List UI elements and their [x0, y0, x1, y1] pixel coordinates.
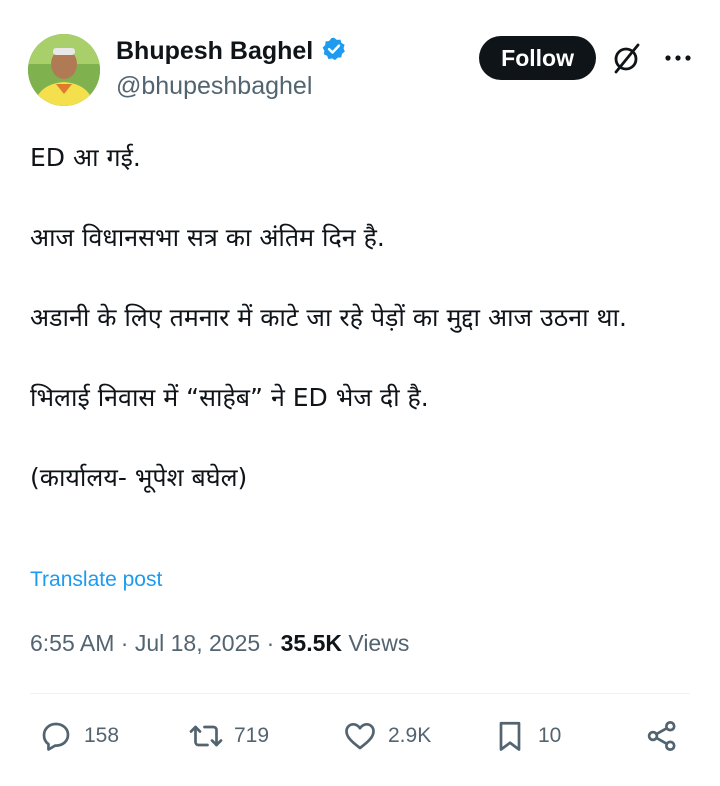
- follow-button[interactable]: Follow: [479, 36, 596, 80]
- bookmark-icon: [499, 721, 521, 751]
- reply-icon: [42, 722, 70, 751]
- post-paragraph: (कार्यालय- भूपेश बघेल): [30, 463, 248, 492]
- post-time[interactable]: 6:55 AM: [30, 630, 114, 656]
- repost-button[interactable]: 719: [188, 718, 269, 754]
- post-text: ED आ गई. आज विधानसभा सत्र का अंतिम दिन ह…: [30, 138, 690, 498]
- more-options-icon[interactable]: [664, 48, 692, 68]
- post-header: Bhupesh Baghel @bhupeshbaghel Follow: [28, 34, 692, 108]
- post-paragraph: अडानी के लिए तमनार में काटे जा रहे पेड़ो…: [30, 303, 627, 332]
- post-paragraph: ED आ गई.: [30, 143, 141, 172]
- like-button[interactable]: 2.9K: [342, 718, 431, 754]
- views-label: Views: [348, 630, 410, 656]
- post-paragraph: आज विधानसभा सत्र का अंतिम दिन है.: [30, 223, 385, 252]
- name-block: Bhupesh Baghel @bhupeshbaghel: [116, 36, 347, 101]
- heart-icon: [345, 722, 375, 750]
- translate-post-link[interactable]: Translate post: [30, 568, 162, 592]
- display-name[interactable]: Bhupesh Baghel: [116, 37, 313, 66]
- bookmark-count: 10: [538, 724, 562, 747]
- views-count: 35.5K: [280, 630, 342, 656]
- user-handle[interactable]: @bhupeshbaghel: [116, 72, 347, 101]
- share-button[interactable]: [644, 718, 680, 754]
- share-icon: [647, 721, 676, 751]
- bookmark-button[interactable]: 10: [492, 718, 561, 754]
- avatar[interactable]: [28, 34, 100, 106]
- divider: [30, 693, 690, 694]
- reply-count: 158: [84, 724, 120, 747]
- repost-count: 719: [234, 724, 270, 747]
- engagement-bar: 158 719 2.9K 10: [38, 718, 682, 758]
- meta-separator: ·: [266, 630, 275, 656]
- meta-separator: ·: [120, 630, 129, 656]
- like-count: 2.9K: [388, 724, 432, 747]
- verified-badge-icon: [321, 36, 347, 66]
- post-meta: 6:55 AM · Jul 18, 2025 · 35.5K Views: [30, 630, 409, 657]
- post-date[interactable]: Jul 18, 2025: [135, 630, 260, 656]
- grok-icon[interactable]: [612, 42, 642, 74]
- reply-button[interactable]: 158: [38, 718, 119, 754]
- post-paragraph: भिलाई निवास में “साहेब” ने ED भेज दी है.: [30, 383, 429, 412]
- repost-icon: [189, 725, 223, 747]
